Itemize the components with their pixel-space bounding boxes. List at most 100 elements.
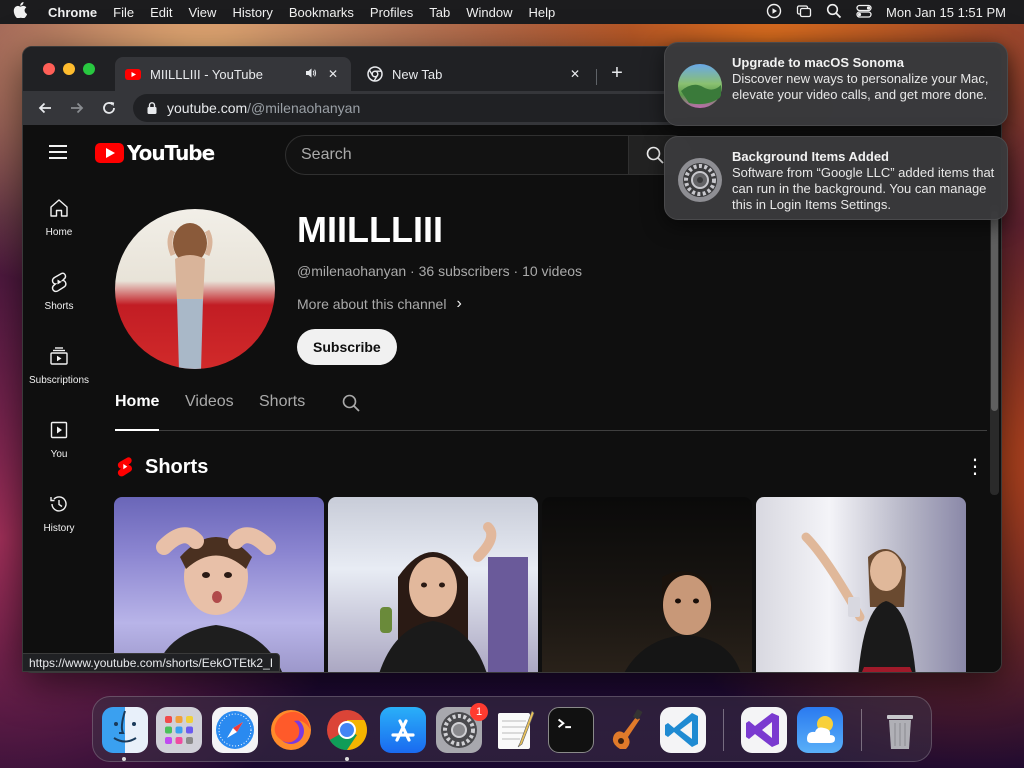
notification-sonoma[interactable]: Upgrade to macOS Sonoma Discover new way…	[664, 42, 1008, 126]
dock-firefox[interactable]	[268, 707, 314, 753]
notification-title: Background Items Added	[732, 149, 889, 164]
youtube-favicon-icon	[125, 69, 141, 80]
dock-terminal[interactable]	[548, 707, 594, 753]
notification-badge: 1	[470, 703, 488, 721]
notification-background-items[interactable]: Background Items Added Software from “Go…	[664, 136, 1008, 220]
channel-tabs: Home Videos Shorts	[115, 387, 987, 431]
short-thumbnail-image	[801, 532, 916, 672]
tab-divider	[596, 69, 597, 85]
menu-window[interactable]: Window	[458, 5, 520, 20]
channel-meta: @milenaohanyan · 36 subscribers · 10 vid…	[297, 263, 583, 279]
dock-safari[interactable]	[212, 707, 258, 753]
dock-chrome[interactable]	[324, 707, 370, 753]
menu-tab[interactable]: Tab	[421, 5, 458, 20]
shorts-shelf-header: Shorts ⋮	[115, 447, 987, 487]
short-thumbnail[interactable]	[542, 497, 752, 672]
subscribe-button[interactable]: Subscribe	[297, 329, 397, 365]
screen-recording-icon[interactable]	[766, 3, 782, 22]
close-window-button[interactable]	[43, 63, 55, 75]
dock-textedit[interactable]	[492, 707, 538, 753]
short-thumbnail-image	[155, 527, 282, 672]
short-thumbnail[interactable]	[114, 497, 324, 672]
avatar-photo	[167, 223, 213, 369]
reload-icon	[103, 101, 115, 114]
dock-visual-studio[interactable]	[741, 707, 787, 753]
dock-finder[interactable]	[102, 707, 148, 753]
more-options-icon[interactable]: ⋮	[963, 457, 987, 477]
tab-shorts[interactable]: Shorts	[259, 387, 305, 431]
menu-file[interactable]: File	[105, 5, 142, 20]
guide-label: Home	[45, 227, 73, 238]
menu-edit[interactable]: Edit	[142, 5, 180, 20]
menu-history[interactable]: History	[224, 5, 280, 20]
url-host: youtube.com	[167, 100, 248, 116]
guide-item-home[interactable]: Home	[23, 181, 95, 255]
arrow-left-icon	[38, 102, 51, 114]
system-settings-gear-icon	[678, 158, 722, 202]
dock-garageband[interactable]	[604, 707, 650, 753]
control-center-icon[interactable]	[856, 3, 872, 22]
new-tab-button[interactable]: +	[607, 63, 627, 83]
macos-sonoma-icon	[678, 64, 722, 108]
scrollbar-thumb[interactable]	[991, 211, 998, 411]
channel-search-icon[interactable]	[341, 393, 361, 413]
short-thumbnail[interactable]	[328, 497, 538, 672]
safari-compass-icon	[216, 711, 254, 749]
menu-profiles[interactable]: Profiles	[362, 5, 421, 20]
youtube-logo[interactable]: YouTube	[95, 141, 215, 165]
menu-chrome[interactable]: Chrome	[40, 5, 105, 20]
short-thumbnail-image	[624, 571, 741, 672]
guide-item-shorts[interactable]: Shorts	[23, 255, 95, 329]
tab-youtube[interactable]: MIILLLIII - YouTube ✕	[115, 57, 351, 91]
back-button[interactable]	[29, 94, 61, 122]
minimize-window-button[interactable]	[63, 63, 75, 75]
dock-vscode[interactable]	[660, 707, 706, 753]
zoom-window-button[interactable]	[83, 63, 95, 75]
dock: 1	[92, 696, 932, 762]
url-path: /@milenaohanyan	[247, 100, 361, 116]
apple-menu-icon[interactable]	[0, 2, 40, 22]
short-thumbnail-image	[379, 522, 528, 672]
short-thumbnail[interactable]	[756, 497, 966, 672]
dock-weather[interactable]	[797, 707, 843, 753]
audio-playing-icon[interactable]	[303, 67, 319, 82]
menu-view[interactable]: View	[180, 5, 224, 20]
finder-icon	[113, 710, 137, 743]
channel-title: MIILLLIII	[297, 209, 443, 250]
arrow-right-icon	[71, 102, 84, 114]
terminal-icon	[557, 718, 571, 729]
page-scrollbar[interactable]	[990, 205, 999, 495]
youtube-play-icon	[95, 143, 124, 163]
search-input[interactable]: Search	[285, 135, 629, 175]
close-tab-icon[interactable]: ✕	[567, 67, 583, 81]
weather-icon	[807, 716, 835, 743]
textedit-icon	[498, 710, 535, 749]
dock-trash[interactable]	[877, 707, 923, 753]
guide-item-you[interactable]: You	[23, 403, 95, 477]
tab-new-tab[interactable]: New Tab ✕	[357, 57, 593, 91]
site-info-icon[interactable]	[145, 101, 159, 115]
dock-launchpad[interactable]	[156, 707, 202, 753]
reload-button[interactable]	[93, 94, 125, 122]
tab-title: New Tab	[392, 66, 443, 82]
guide-menu-icon[interactable]	[49, 145, 67, 159]
close-tab-icon[interactable]: ✕	[325, 67, 341, 81]
about-channel-link[interactable]: More about this channel ›	[297, 295, 462, 313]
menu-help[interactable]: Help	[521, 5, 564, 20]
guide-label: Subscriptions	[28, 375, 90, 386]
dock-app-store[interactable]	[380, 707, 426, 753]
guide-item-subscriptions[interactable]: Subscriptions	[23, 329, 95, 403]
channel-avatar[interactable]	[115, 209, 275, 369]
spotlight-search-icon[interactable]	[826, 3, 842, 22]
tab-videos[interactable]: Videos	[185, 387, 234, 431]
forward-button[interactable]	[61, 94, 93, 122]
screen-mirroring-icon[interactable]	[796, 3, 812, 22]
menubar-clock[interactable]: Mon Jan 15 1:51 PM	[886, 5, 1006, 20]
guide-item-history[interactable]: History	[23, 477, 95, 551]
menu-bookmarks[interactable]: Bookmarks	[281, 5, 362, 20]
shorts-logo-icon	[117, 457, 133, 477]
tab-home[interactable]: Home	[115, 387, 160, 431]
youtube-logo-text: YouTube	[127, 141, 215, 165]
link-status-bubble: https://www.youtube.com/shorts/EekOTEtk2…	[22, 653, 281, 672]
vscode-icon	[665, 713, 698, 747]
